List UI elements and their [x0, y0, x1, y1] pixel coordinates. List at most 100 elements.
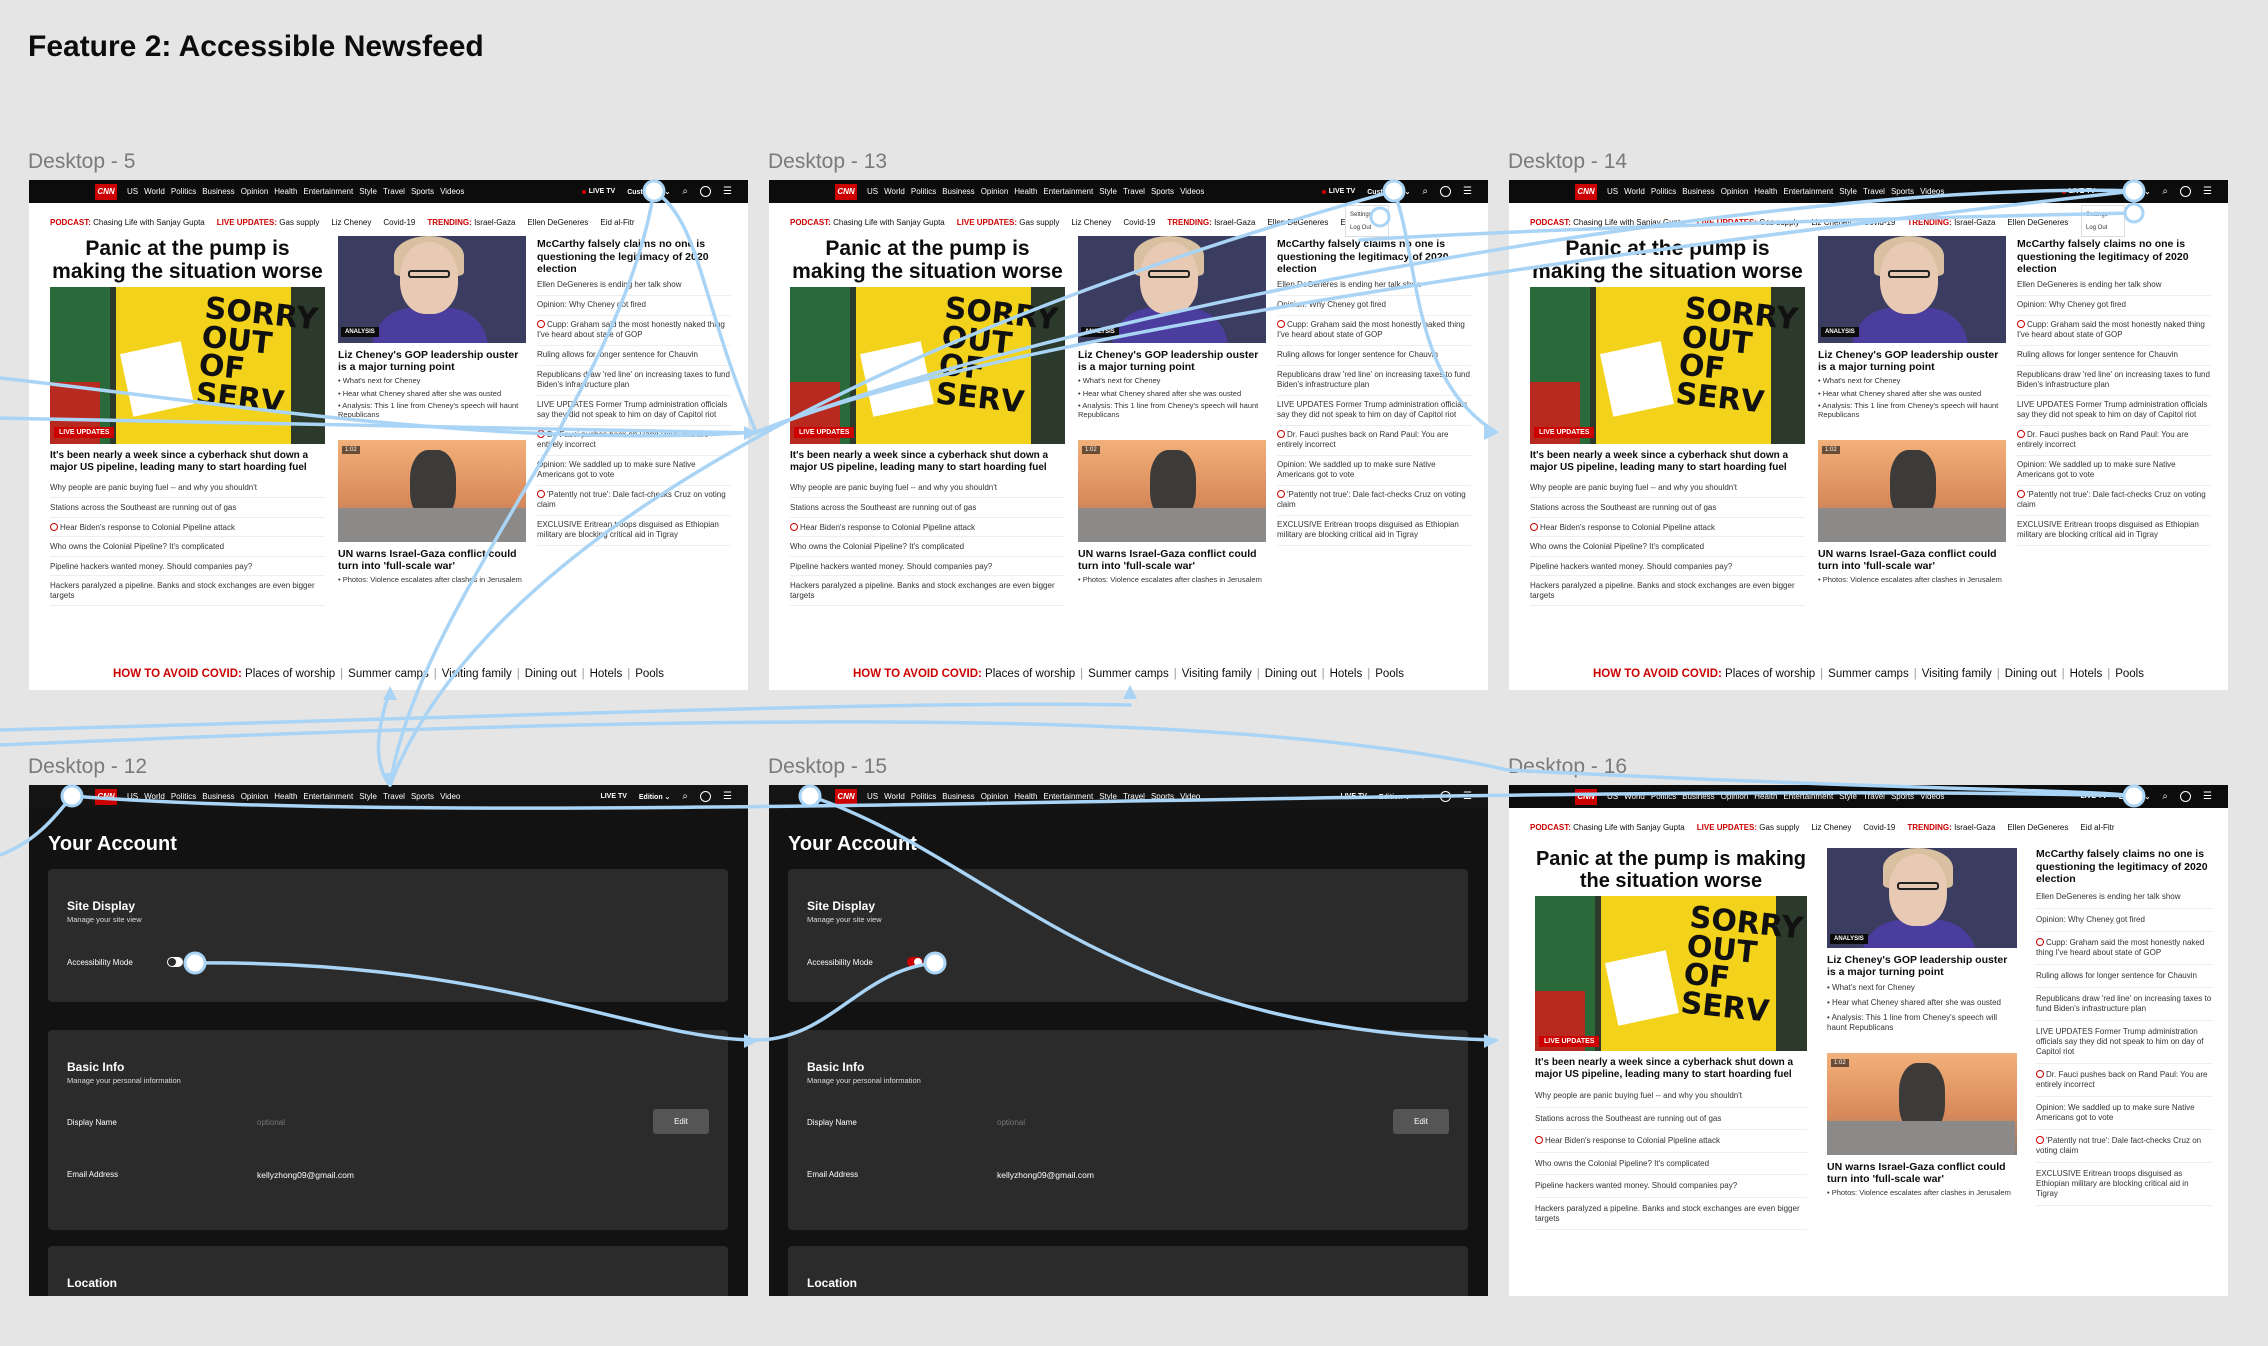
nav-item[interactable]: Videos [1180, 187, 1204, 196]
cheney-image[interactable]: ANALYSIS [1078, 236, 1266, 343]
nav-item[interactable]: Travel [1123, 187, 1145, 196]
cheney-headline[interactable]: Liz Cheney's GOP leadership ouster is a … [1818, 349, 2006, 373]
nav-item[interactable]: Health [274, 792, 297, 801]
right-list-item[interactable]: 'Patently not true': Dale fact-checks Cr… [2017, 486, 2211, 516]
cnn-logo[interactable]: CNN [95, 184, 117, 200]
right-list-item[interactable]: Opinion: Why Cheney got fired [2017, 296, 2211, 316]
nav-item[interactable]: US [867, 187, 878, 196]
live-tv-link[interactable]: LIVE TV [1321, 188, 1355, 195]
nav-item[interactable]: World [1624, 187, 1645, 196]
right-list-item[interactable]: LIVE UPDATES Former Trump administration… [2017, 396, 2211, 426]
nav-item[interactable]: Business [942, 792, 974, 801]
right-list-item[interactable]: Dr. Fauci pushes back on Rand Paul: You … [537, 426, 731, 456]
nav-item[interactable]: Opinion [241, 187, 269, 196]
ticker-item[interactable]: PODCAST: Chasing Life with Sanjay Gupta [790, 218, 945, 227]
nav-item[interactable]: Health [1754, 187, 1777, 196]
nav-item[interactable]: Video [1180, 792, 1200, 801]
nav-item[interactable]: Entertainment [1043, 792, 1093, 801]
settings-menu-item[interactable]: Settings [1350, 209, 1384, 222]
nav-item[interactable]: Style [1839, 187, 1857, 196]
nav-item[interactable]: World [884, 792, 905, 801]
nav-item[interactable]: Entertainment [1043, 187, 1093, 196]
lead-list-item[interactable]: Stations across the Southeast are runnin… [50, 498, 325, 518]
ticker-item[interactable]: LIVE UPDATES: Gas supply [217, 218, 320, 227]
hero-image[interactable]: SORRY OUT OF SERV LIVE UPDATES [790, 287, 1065, 445]
cheney-bullet[interactable]: • Analysis: This 1 line from Cheney's sp… [1078, 401, 1266, 420]
lead-list-item[interactable]: Why people are panic buying fuel -- and … [790, 478, 1065, 498]
settings-menu-item[interactable]: Settings [2086, 209, 2120, 222]
cheney-image[interactable]: ANALYSIS [338, 236, 526, 343]
right-list-item[interactable]: Republicans draw 'red line' on increasin… [537, 366, 731, 396]
gaza-headline[interactable]: UN warns Israel-Gaza conflict could turn… [1827, 1161, 2017, 1185]
covid-link[interactable]: Summer camps [1828, 668, 1909, 680]
display-name-field[interactable]: optional [997, 1118, 1025, 1127]
nav-item[interactable]: Business [1682, 792, 1714, 801]
ticker-item[interactable]: Covid-19 [1123, 218, 1155, 227]
nav-item[interactable]: US [867, 792, 878, 801]
ticker-item[interactable]: LIVE UPDATES: Gas supply [1697, 823, 1800, 832]
edition-button[interactable]: Edition ⌄ [639, 793, 671, 801]
nav-item[interactable]: Style [1099, 187, 1117, 196]
nav-item[interactable]: Politics [171, 792, 196, 801]
nav-item[interactable]: Politics [911, 187, 936, 196]
menu-icon[interactable]: ☰ [1463, 186, 1472, 197]
nav-item[interactable]: Business [202, 187, 234, 196]
cheney-image[interactable]: ANALYSIS [1827, 848, 2017, 948]
right-list-item[interactable]: Dr. Fauci pushes back on Rand Paul: You … [1277, 426, 1471, 456]
hero-image[interactable]: SORRY OUT OF SERV LIVE UPDATES [1530, 287, 1805, 445]
nav-item[interactable]: Travel [1123, 792, 1145, 801]
nav-item[interactable]: Sports [411, 792, 434, 801]
ticker-item[interactable]: TRENDING: Israel-Gaza [1167, 218, 1255, 227]
gaza-headline[interactable]: UN warns Israel-Gaza conflict could turn… [1078, 548, 1266, 572]
ticker-item[interactable]: Covid-19 [1863, 218, 1895, 227]
lead-list-item[interactable]: Hackers paralyzed a pipeline. Banks and … [1530, 576, 1805, 606]
cheney-bullet[interactable]: • What's next for Cheney [338, 376, 526, 385]
right-list-item[interactable]: EXCLUSIVE Eritrean troops disguised as E… [2017, 516, 2211, 546]
right-list-item[interactable]: EXCLUSIVE Eritrean troops disguised as E… [1277, 516, 1471, 546]
logout-menu-item[interactable]: Log Out [2086, 222, 2120, 235]
right-list-item[interactable]: Cupp: Graham said the most honestly nake… [2017, 316, 2211, 346]
cheney-bullet[interactable]: • Analysis: This 1 line from Cheney's sp… [1818, 401, 2006, 420]
gaza-video-thumbnail[interactable]: 1:02 [1818, 439, 2006, 542]
lead-list-item[interactable]: Who owns the Colonial Pipeline? It's com… [50, 537, 325, 557]
account-icon[interactable] [700, 791, 712, 802]
lead-list-item[interactable]: Pipeline hackers wanted money. Should co… [790, 557, 1065, 577]
edition-button[interactable]: Edition ⌄ [1379, 793, 1411, 801]
account-icon[interactable] [2180, 186, 2192, 197]
search-icon[interactable]: ⌕ [682, 791, 688, 802]
nav-item[interactable]: Style [1099, 792, 1117, 801]
right-list-item[interactable]: Ellen DeGeneres is ending her talk show [537, 276, 731, 296]
right-list-item[interactable]: 'Patently not true': Dale fact-checks Cr… [537, 486, 731, 516]
nav-item[interactable]: Opinion [1721, 187, 1749, 196]
cheney-headline[interactable]: Liz Cheney's GOP leadership ouster is a … [1827, 954, 2017, 978]
lead-list-item[interactable]: Hackers paralyzed a pipeline. Banks and … [50, 576, 325, 606]
covid-link[interactable]: Visiting family [1182, 668, 1252, 680]
nav-item[interactable]: Entertainment [1783, 187, 1833, 196]
covid-link[interactable]: Dining out [2005, 668, 2057, 680]
cheney-bullet[interactable]: • Hear what Cheney shared after she was … [1818, 389, 2006, 398]
cheney-bullet[interactable]: • What's next for Cheney [1818, 376, 2006, 385]
gaza-video-thumbnail[interactable]: 1:02 [1078, 439, 1266, 542]
search-icon[interactable]: ⌕ [1422, 186, 1428, 197]
nav-item[interactable]: Business [942, 187, 974, 196]
right-list-item[interactable]: Republicans draw 'red line' on increasin… [2017, 366, 2211, 396]
customize-button[interactable]: Customize ⌄ [627, 188, 670, 196]
ticker-item[interactable]: Liz Cheney [1071, 218, 1111, 227]
customize-button[interactable]: Customize ⌄ [1367, 188, 1410, 196]
nav-item[interactable]: Sports [411, 187, 434, 196]
ticker-item[interactable]: Liz Cheney [1811, 823, 1851, 832]
right-list-item[interactable]: Cupp: Graham said the most honestly nake… [2036, 932, 2212, 965]
lead-list-item[interactable]: Hackers paralyzed a pipeline. Banks and … [790, 576, 1065, 606]
gaza-headline[interactable]: UN warns Israel-Gaza conflict could turn… [1818, 548, 2006, 572]
right-list-item[interactable]: Opinion: We saddled up to make sure Nati… [537, 456, 731, 486]
cheney-headline[interactable]: Liz Cheney's GOP leadership ouster is a … [338, 349, 526, 373]
search-icon[interactable]: ⌕ [2162, 791, 2168, 802]
logout-menu-item[interactable]: Log Out [1350, 222, 1384, 235]
lead-list-item[interactable]: Stations across the Southeast are runnin… [1530, 498, 1805, 518]
cheney-image[interactable]: ANALYSIS [1818, 236, 2006, 343]
lead-list-item[interactable]: Who owns the Colonial Pipeline? It's com… [1535, 1153, 1807, 1176]
right-list-item[interactable]: Ellen DeGeneres is ending her talk show [2017, 276, 2211, 296]
ticker-item[interactable]: LIVE UPDATES: Gas supply [957, 218, 1060, 227]
covid-link[interactable]: Places of worship [245, 668, 335, 680]
nav-item[interactable]: Sports [1151, 792, 1174, 801]
